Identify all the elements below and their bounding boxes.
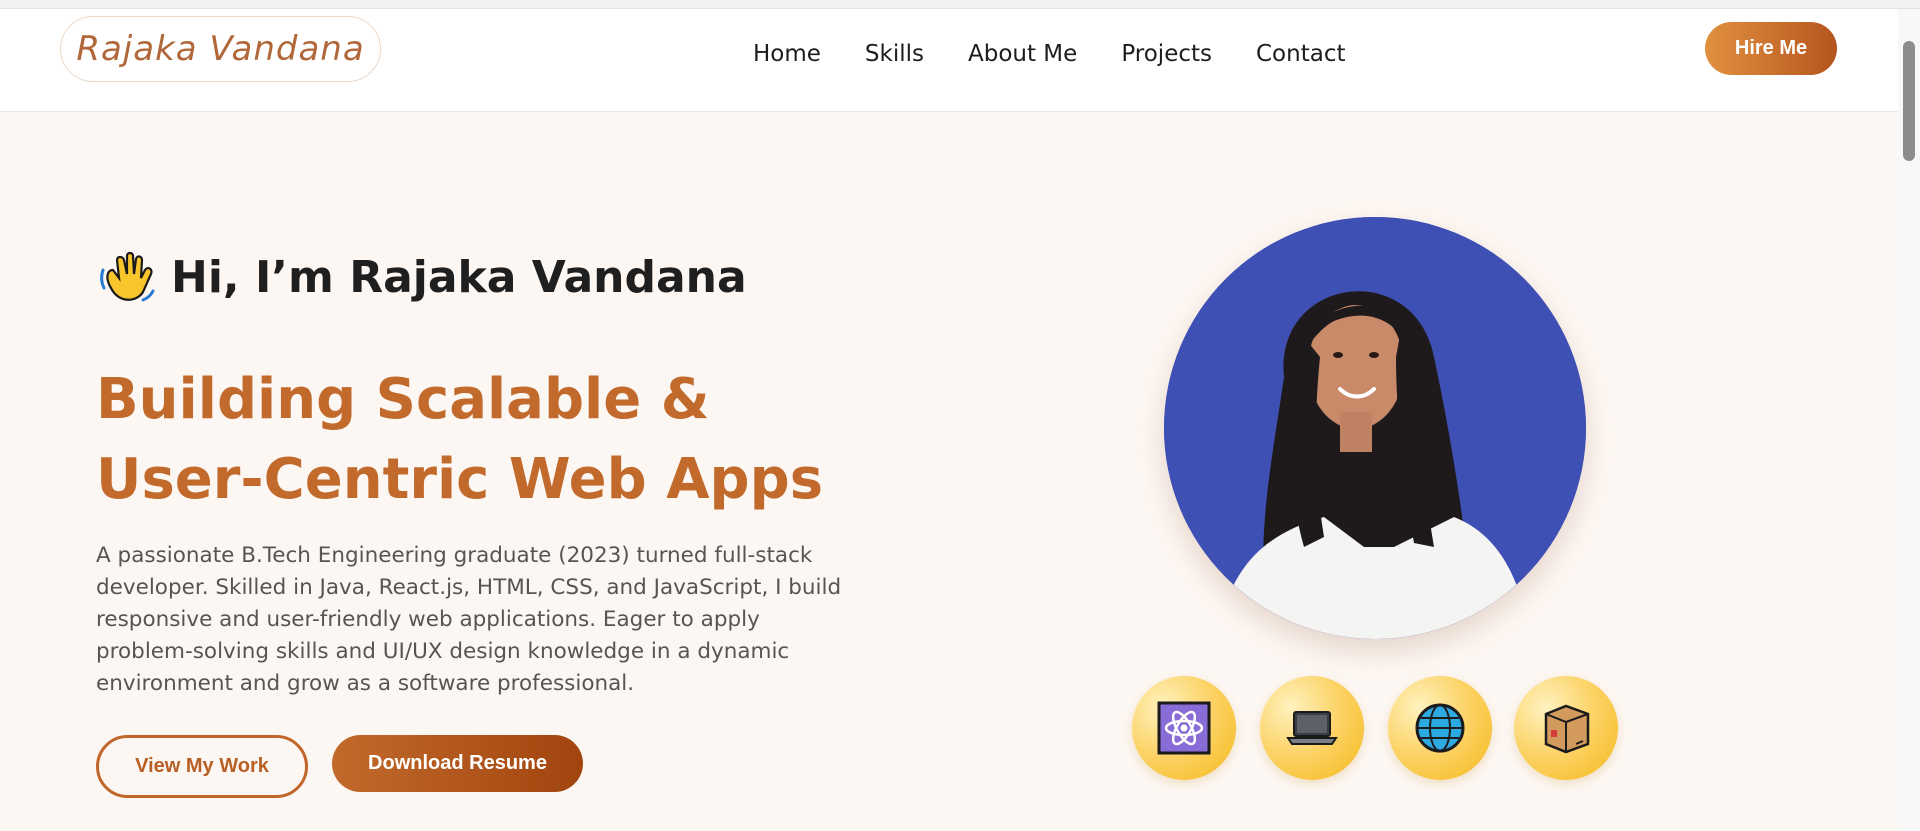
package-icon[interactable] — [1514, 676, 1618, 780]
main-nav: Home Skills About Me Projects Contact — [753, 34, 1367, 74]
nav-contact[interactable]: Contact — [1234, 34, 1367, 74]
greeting: Hi, I’m Rajaka Vandana — [97, 248, 747, 306]
navbar: Rajaka Vandana Home Skills About Me Proj… — [0, 9, 1898, 112]
waving-hand-icon — [97, 248, 155, 306]
hire-me-button[interactable]: Hire Me — [1705, 22, 1837, 75]
react-atom-icon[interactable] — [1132, 676, 1236, 780]
browser-top-edge — [0, 0, 1920, 9]
nav-skills[interactable]: Skills — [843, 34, 946, 74]
view-my-work-button[interactable]: View My Work — [96, 735, 308, 798]
laptop-icon[interactable] — [1260, 676, 1364, 780]
nav-home[interactable]: Home — [753, 34, 843, 74]
profile-photo — [1164, 217, 1586, 639]
hero-headline: Building Scalable & User-Centric Web App… — [96, 367, 824, 512]
nav-projects[interactable]: Projects — [1099, 34, 1234, 74]
hero-description: A passionate B.Tech Engineering graduate… — [96, 543, 842, 696]
download-resume-button[interactable]: Download Resume — [332, 735, 583, 792]
hero-section: Hi, I’m Rajaka Vandana Building Scalable… — [0, 112, 1898, 831]
greeting-text: Hi, I’m Rajaka Vandana — [171, 251, 747, 303]
page-scrollbar[interactable] — [1898, 9, 1920, 831]
scrollbar-thumb[interactable] — [1903, 41, 1915, 161]
logo[interactable]: Rajaka Vandana — [60, 16, 381, 82]
nav-about-me[interactable]: About Me — [946, 34, 1099, 74]
globe-icon[interactable] — [1388, 676, 1492, 780]
tech-icons-row — [1132, 676, 1620, 780]
